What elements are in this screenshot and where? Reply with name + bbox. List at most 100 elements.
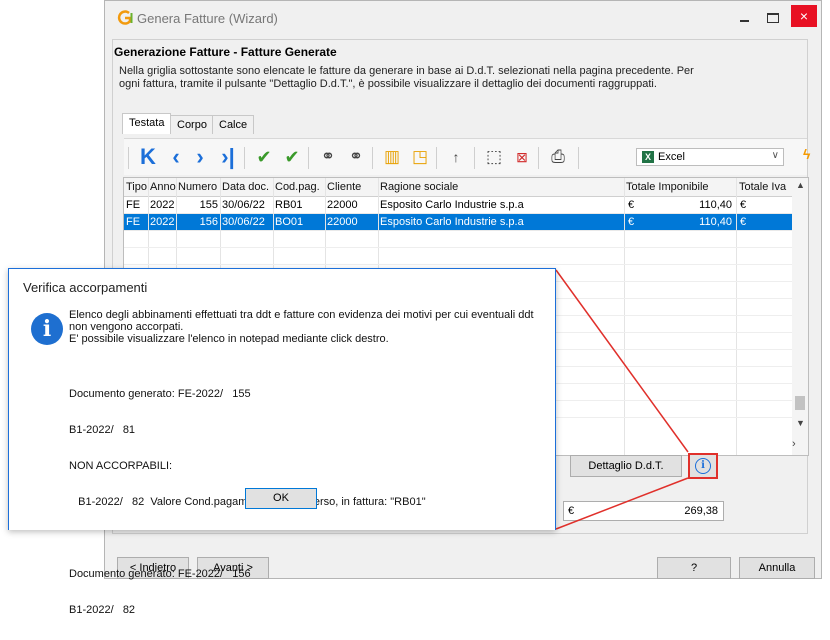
dialog-message: Elenco degli abbinamenti effettuati tra …	[69, 309, 539, 345]
list-item: Documento generato: FE-2022/ 156	[69, 568, 251, 580]
cell-cliente: 22000	[327, 199, 358, 211]
grid-column-line	[624, 178, 625, 455]
verifica-accorpamenti-dialog: Verifica accorpamenti i Elenco degli abb…	[8, 268, 556, 616]
toolbar-separator	[128, 147, 129, 169]
scroll-up-icon[interactable]: ▲	[796, 180, 805, 190]
tab-testata[interactable]: Testata	[122, 113, 172, 134]
column-header[interactable]: Cod.pag.	[275, 181, 320, 193]
columns-icon[interactable]: ▥	[380, 145, 404, 169]
column-header[interactable]: Cliente	[327, 181, 361, 193]
list-item	[69, 532, 539, 544]
message-line: non vengono accorpati.	[69, 321, 184, 333]
cell-ragione-sociale: Esposito Carlo Industrie s.p.a	[380, 216, 524, 228]
info-icon: i	[31, 313, 63, 345]
window-title: Genera Fatture (Wizard)	[137, 11, 278, 26]
scroll-thumb[interactable]	[795, 396, 805, 410]
tab-calce[interactable]: Calce	[212, 115, 255, 134]
toolbar: K ‹ › ›| ✔ ✔ ⚭ ⚭ ▥ ◳ ↑ ⬚ ⊠ ⎙ X Excel ∨	[124, 138, 807, 175]
app-logo-icon	[117, 10, 133, 25]
list-item: Documento generato: FE-2022/ 155	[69, 388, 251, 400]
cell-imponibile-currency: €	[628, 199, 635, 211]
message-line: E' possibile visualizzare l'elenco in no…	[69, 333, 389, 345]
cell-tipo: FE	[126, 216, 141, 228]
minimize-button[interactable]	[735, 8, 755, 28]
help-button[interactable]: ?	[657, 557, 731, 579]
cell-codpag: BO01	[275, 216, 304, 228]
grid-column-line	[736, 178, 737, 455]
binoculars-icon[interactable]: ⚭	[316, 145, 340, 169]
next-icon[interactable]: ›	[188, 145, 212, 169]
column-header[interactable]: Data doc.	[222, 181, 269, 193]
toolbar-separator	[578, 147, 579, 169]
toolbar-separator	[474, 147, 475, 169]
cell-numero: 156	[199, 216, 218, 228]
panel-description: Nella griglia sottostante sono elencate …	[119, 65, 719, 91]
scroll-right-icon[interactable]: ›	[792, 438, 796, 450]
deselect-icon[interactable]: ⊠	[510, 145, 534, 169]
tag-icon[interactable]: ◳	[408, 145, 432, 169]
total-currency: €	[568, 505, 575, 517]
verifica-accorpamenti-button[interactable]: i	[688, 453, 718, 479]
column-header[interactable]: Numero	[178, 181, 217, 193]
grid-row-line	[124, 247, 808, 248]
cell-anno: 2022	[150, 216, 175, 228]
cell-ragione-sociale: Esposito Carlo Industrie s.p.a	[380, 199, 524, 211]
select-icon[interactable]: ⬚	[482, 145, 506, 169]
column-header[interactable]: Tipo	[126, 181, 147, 193]
toolbar-separator	[244, 147, 245, 169]
cell-codpag: RB01	[275, 199, 303, 211]
message-line: Elenco degli abbinamenti effettuati tra …	[69, 309, 534, 321]
cell-data: 30/06/22	[222, 216, 265, 228]
toolbar-separator	[538, 147, 539, 169]
find-next-icon[interactable]: ⚭	[344, 145, 368, 169]
cell-iva-currency: €	[740, 199, 747, 211]
check-icon[interactable]: ✔	[252, 145, 276, 169]
export-format-select[interactable]: X Excel ∨	[636, 148, 784, 166]
cancel-button[interactable]: Annulla	[739, 557, 815, 579]
toolbar-separator	[372, 147, 373, 169]
description-line: ogni fattura, tramite il pulsante "Detta…	[119, 78, 657, 90]
dialog-body: i Elenco degli abbinamenti effettuati tr…	[9, 305, 555, 616]
table-row-selected[interactable]: FE 2022 156 30/06/22 BO01 22000 Esposito…	[124, 214, 808, 231]
last-icon[interactable]: ›|	[216, 145, 240, 169]
cell-numero: 155	[199, 199, 218, 211]
flash-icon[interactable]: ϟ	[803, 146, 810, 162]
ok-button[interactable]: OK	[245, 488, 317, 509]
total-value: 269,38	[684, 505, 718, 517]
cell-anno: 2022	[150, 199, 175, 211]
export-format-value: Excel	[658, 151, 685, 163]
maximize-button[interactable]	[763, 8, 783, 28]
cell-imponibile: 110,40	[699, 199, 732, 211]
check-all-icon[interactable]: ✔	[280, 145, 304, 169]
info-icon: i	[695, 458, 711, 474]
panel-title: Generazione Fatture - Fatture Generate	[114, 45, 337, 59]
scroll-down-icon[interactable]: ▼	[796, 418, 805, 428]
prev-icon[interactable]: ‹	[164, 145, 188, 169]
print-icon[interactable]: ⎙	[546, 145, 570, 169]
cell-iva-currency: €	[740, 216, 747, 228]
list-item: B1-2022/ 82	[69, 604, 136, 616]
excel-icon: X	[642, 151, 654, 163]
title-bar: Genera Fatture (Wizard) ×	[105, 1, 821, 35]
cell-tipo: FE	[126, 199, 141, 211]
cell-data: 30/06/22	[222, 199, 265, 211]
dialog-title: Verifica accorpamenti	[23, 280, 148, 295]
column-header[interactable]: Totale Iva	[739, 181, 786, 193]
toolbar-separator	[436, 147, 437, 169]
cell-imponibile-currency: €	[628, 216, 635, 228]
cell-imponibile: 110,40	[699, 216, 732, 228]
table-row[interactable]: FE 2022 155 30/06/22 RB01 22000 Esposito…	[124, 197, 808, 214]
first-icon[interactable]: K	[136, 145, 160, 169]
list-item: B1-2022/ 81	[69, 424, 136, 436]
total-field: € 269,38	[563, 501, 724, 521]
close-button[interactable]: ×	[791, 5, 817, 27]
list-item: NON ACCORPABILI:	[69, 460, 173, 472]
toolbar-separator	[308, 147, 309, 169]
column-header[interactable]: Ragione sociale	[380, 181, 458, 193]
dettaglio-ddt-button[interactable]: Dettaglio D.d.T.	[570, 455, 682, 477]
vertical-scrollbar[interactable]: ▲ ▼	[792, 178, 808, 455]
column-header[interactable]: Anno	[150, 181, 176, 193]
column-header[interactable]: Totale Imponibile	[626, 181, 709, 193]
sort-icon[interactable]: ↑	[444, 145, 468, 169]
tab-corpo[interactable]: Corpo	[170, 115, 214, 134]
